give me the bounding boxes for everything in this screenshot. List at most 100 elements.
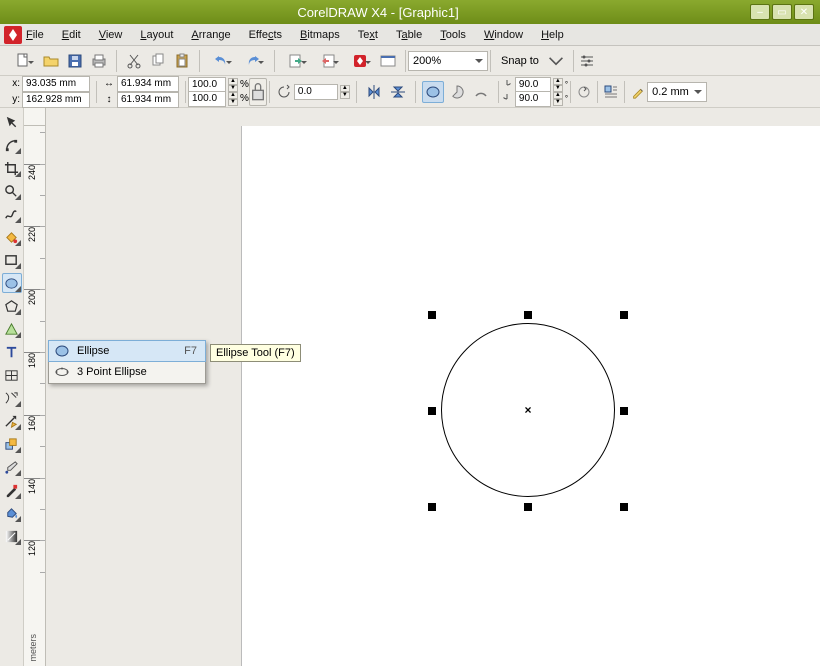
y-input[interactable]: [22, 92, 90, 108]
redo-button[interactable]: [238, 50, 268, 72]
scale-x-spin[interactable]: ▲▼: [228, 78, 238, 92]
app-launcher-button[interactable]: [345, 50, 375, 72]
outline-tool[interactable]: [2, 480, 22, 500]
title-bar: CorelDRAW X4 - [Graphic1] – ▭ ✕: [0, 0, 820, 24]
menu-text[interactable]: Text: [358, 29, 378, 41]
crop-tool[interactable]: [2, 158, 22, 178]
handle-bm[interactable]: [524, 503, 532, 511]
polygon-tool-icon: [4, 299, 19, 314]
interactive-blend-tool[interactable]: [2, 434, 22, 454]
menu-tools[interactable]: Tools: [440, 29, 466, 41]
options-button[interactable]: [576, 50, 598, 72]
eyedropper-tool-icon: [4, 460, 19, 475]
menu-help[interactable]: Help: [541, 29, 564, 41]
mirror-v-button[interactable]: [387, 81, 409, 103]
basic-shapes-tool[interactable]: [2, 319, 22, 339]
interactive-fill-tool[interactable]: [2, 526, 22, 546]
print-icon: [91, 53, 107, 69]
dimension-tool[interactable]: [2, 388, 22, 408]
outline-width-select[interactable]: 0.2 mm: [647, 82, 707, 102]
paste-button[interactable]: [171, 50, 193, 72]
x-input[interactable]: [22, 76, 90, 92]
zoom-select[interactable]: 200%: [408, 51, 488, 71]
interactive-fill-tool-icon: [4, 529, 19, 544]
freehand-tool[interactable]: [2, 204, 22, 224]
mirror-h-button[interactable]: [363, 81, 385, 103]
import-icon: [288, 53, 304, 69]
handle-tl[interactable]: [428, 311, 436, 319]
pick-tool-icon: [4, 115, 19, 130]
height-input[interactable]: [117, 92, 179, 108]
connector-tool[interactable]: [2, 411, 22, 431]
ruler-units-label: meters: [28, 634, 38, 662]
handle-tm[interactable]: [524, 311, 532, 319]
menu-arrange[interactable]: Arrange: [191, 29, 230, 41]
menu-layout[interactable]: Layout: [140, 29, 173, 41]
menu-file[interactable]: File: [26, 29, 44, 41]
copy-button[interactable]: [147, 50, 169, 72]
outline-tool-icon: [4, 483, 19, 498]
flyout-item-3point-ellipse[interactable]: 3 Point Ellipse: [49, 361, 205, 383]
arc-direction-button[interactable]: [573, 81, 595, 103]
eyedropper-tool[interactable]: [2, 457, 22, 477]
ruler-vertical[interactable]: meters 240220200180160140120: [24, 126, 46, 666]
shape-tool[interactable]: [2, 135, 22, 155]
undo-button[interactable]: [206, 50, 236, 72]
pick-tool[interactable]: [2, 112, 22, 132]
ellipse-tool[interactable]: [2, 273, 22, 293]
handle-br[interactable]: [620, 503, 628, 511]
rotation-spin[interactable]: ▲▼: [340, 85, 350, 99]
arc-end-input[interactable]: [515, 91, 551, 107]
text-wrap-icon: [603, 84, 619, 100]
close-button[interactable]: ✕: [794, 4, 814, 20]
text-tool[interactable]: [2, 342, 22, 362]
handle-tr[interactable]: [620, 311, 628, 319]
maximize-button[interactable]: ▭: [772, 4, 792, 20]
save-button[interactable]: [64, 50, 86, 72]
rotation-input[interactable]: [294, 84, 338, 100]
chevron-down-icon: [548, 53, 564, 69]
paste-icon: [174, 53, 190, 69]
scale-y-input[interactable]: [188, 91, 226, 107]
flyout-item-ellipse[interactable]: Ellipse F7: [48, 340, 206, 362]
arc-end-spin[interactable]: ▲▼: [553, 92, 563, 106]
menu-edit[interactable]: Edit: [62, 29, 81, 41]
scale-y-spin[interactable]: ▲▼: [228, 92, 238, 106]
smart-fill-tool[interactable]: [2, 227, 22, 247]
menu-bitmaps[interactable]: Bitmaps: [300, 29, 340, 41]
ellipse-mode-button[interactable]: [422, 81, 444, 103]
rectangle-tool[interactable]: [2, 250, 22, 270]
fill-tool[interactable]: [2, 503, 22, 523]
welcome-button[interactable]: [377, 50, 399, 72]
handle-bl[interactable]: [428, 503, 436, 511]
text-wrap-button[interactable]: [600, 81, 622, 103]
new-button[interactable]: [8, 50, 38, 72]
menu-table[interactable]: Table: [396, 29, 422, 41]
menu-window[interactable]: Window: [484, 29, 523, 41]
width-input[interactable]: [117, 76, 179, 92]
import-button[interactable]: [281, 50, 311, 72]
lock-ratio-button[interactable]: [249, 78, 267, 106]
polygon-tool[interactable]: [2, 296, 22, 316]
pie-mode-button[interactable]: [446, 81, 468, 103]
export-button[interactable]: [313, 50, 343, 72]
cut-button[interactable]: [123, 50, 145, 72]
arc-start-spin[interactable]: ▲▼: [553, 78, 563, 92]
canvas[interactable]: × Ellipse F7 3: [46, 126, 820, 666]
table-tool[interactable]: [2, 365, 22, 385]
menu-view[interactable]: View: [99, 29, 123, 41]
open-button[interactable]: [40, 50, 62, 72]
handle-ml[interactable]: [428, 407, 436, 415]
handle-mr[interactable]: [620, 407, 628, 415]
table-tool-icon: [4, 368, 19, 383]
minimize-button[interactable]: –: [750, 4, 770, 20]
arc-mode-button[interactable]: [470, 81, 492, 103]
snap-dropdown[interactable]: [545, 50, 567, 72]
menu-effects[interactable]: Effects: [249, 29, 282, 41]
redo-icon: [245, 53, 261, 69]
zoom-tool[interactable]: [2, 181, 22, 201]
scale-block: ▲▼% ▲▼%: [188, 78, 249, 106]
arc-direction-icon: [576, 84, 592, 100]
ruler-origin[interactable]: [24, 108, 46, 126]
print-button[interactable]: [88, 50, 110, 72]
